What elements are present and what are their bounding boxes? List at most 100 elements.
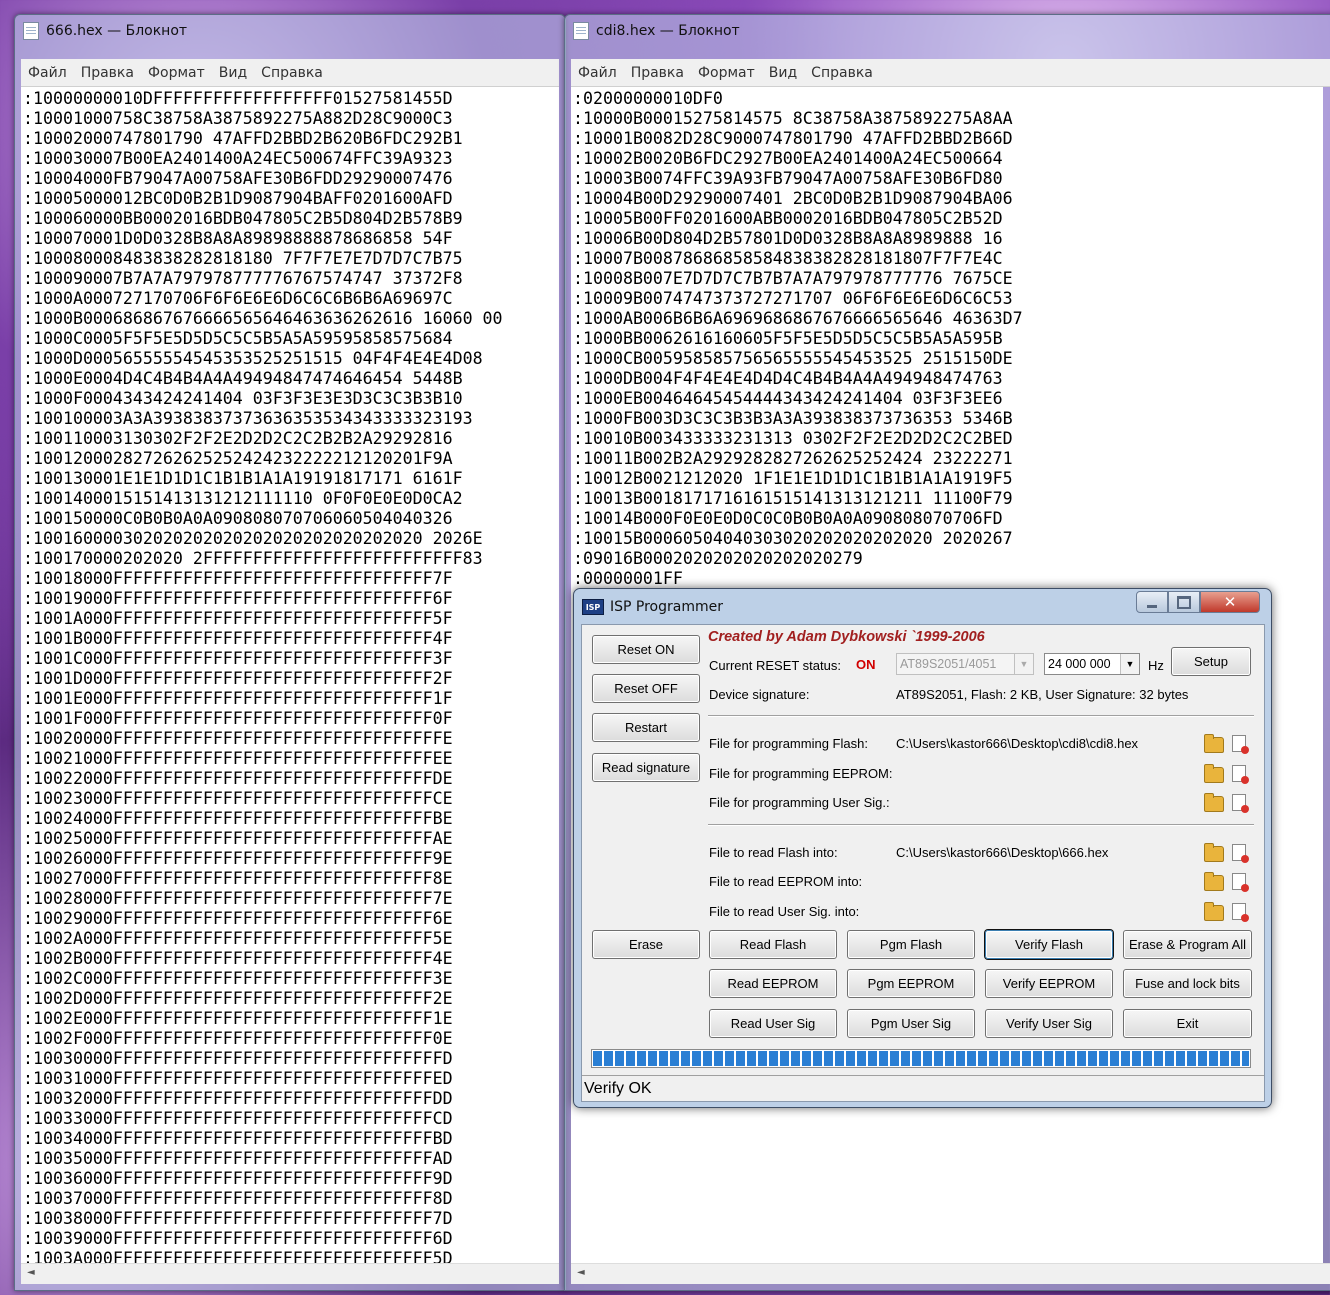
- hex-line: :10008B007E7D7D7C7B7B7A7A797978777776 76…: [573, 269, 1013, 288]
- clear-file-icon[interactable]: [1232, 735, 1249, 754]
- clear-file-icon[interactable]: [1232, 844, 1249, 863]
- hex-line: :1001A000FFFFFFFFFFFFFFFFFFFFFFFFFFFFFFF…: [23, 609, 453, 628]
- pgm-eeprom-button[interactable]: Pgm EEPROM: [847, 969, 975, 998]
- reset-off-button[interactable]: Reset OFF: [592, 674, 700, 703]
- notepad-menubar: Файл Правка Формат Вид Справка: [571, 59, 1330, 87]
- hex-line: :10006B00D804D2B57801D0D0328B8A8A8989888…: [573, 229, 1003, 248]
- reset-status-value: ON: [856, 657, 876, 672]
- verify-flash-button[interactable]: Verify Flash: [985, 930, 1113, 959]
- menu-file[interactable]: Файл: [571, 65, 624, 81]
- read-eeprom-button[interactable]: Read EEPROM: [709, 969, 837, 998]
- notepad-window-666[interactable]: 666.hex — Блокнот Файл Правка Формат Вид…: [14, 14, 566, 1291]
- read-eeprom-into-label: File to read EEPROM into:: [709, 874, 863, 889]
- notepad-menubar: Файл Правка Формат Вид Справка: [21, 59, 559, 87]
- folder-open-icon[interactable]: [1204, 764, 1224, 783]
- restart-button[interactable]: Restart: [592, 713, 700, 742]
- exit-button[interactable]: Exit: [1123, 1009, 1252, 1038]
- hex-line: :1003A000FFFFFFFFFFFFFFFFFFFFFFFFFFFFFFF…: [23, 1249, 453, 1264]
- hex-line: :100110003130302F2F2E2D2D2C2C2B2B2A29292…: [23, 429, 453, 448]
- hex-line: :1001400015151413131212111110 0F0F0E0E0D…: [23, 489, 463, 508]
- menu-view[interactable]: Вид: [212, 65, 254, 81]
- hex-line: :100130001E1E1D1D1C1B1B1A1A19191817171 6…: [23, 469, 463, 488]
- hex-line: :1002F000FFFFFFFFFFFFFFFFFFFFFFFFFFFFFFF…: [23, 1029, 453, 1048]
- hex-line: :10039000FFFFFFFFFFFFFFFFFFFFFFFFFFFFFFF…: [23, 1229, 453, 1248]
- device-select-value: AT89S2051/4051: [900, 657, 997, 671]
- hex-line: :100090007B7A7A797978777776767574747 373…: [23, 269, 463, 288]
- hex-line: :10021000FFFFFFFFFFFFFFFFFFFFFFFFFFFFFFF…: [23, 749, 453, 768]
- minimize-icon: [1147, 604, 1157, 608]
- verify-eeprom-button[interactable]: Verify EEPROM: [985, 969, 1113, 998]
- menu-help[interactable]: Справка: [804, 65, 880, 81]
- frequency-select[interactable]: 24 000 000 ▼: [1044, 653, 1140, 675]
- hex-line: :10031000FFFFFFFFFFFFFFFFFFFFFFFFFFFFFFF…: [23, 1069, 453, 1088]
- hex-line: :1000F0004343424241404 03F3F3E3E3D3C3C3B…: [23, 389, 463, 408]
- menu-format[interactable]: Формат: [691, 65, 762, 81]
- maximize-button[interactable]: [1168, 591, 1200, 613]
- read-signature-button[interactable]: Read signature: [592, 753, 700, 782]
- folder-open-icon[interactable]: [1204, 902, 1224, 921]
- hex-line: :1002A000FFFFFFFFFFFFFFFFFFFFFFFFFFFFFFF…: [23, 929, 453, 948]
- scroll-left-icon[interactable]: ◄: [577, 1267, 585, 1278]
- hex-line: :10029000FFFFFFFFFFFFFFFFFFFFFFFFFFFFFFF…: [23, 909, 453, 928]
- isp-client-area: Created by Adam Dybkowski `1999-2006 Res…: [581, 624, 1265, 1102]
- read-user-sig-button[interactable]: Read User Sig: [709, 1009, 837, 1038]
- pgm-flash-button[interactable]: Pgm Flash: [847, 930, 975, 959]
- hex-line: :10023000FFFFFFFFFFFFFFFFFFFFFFFFFFFFFFF…: [23, 789, 453, 808]
- menu-view[interactable]: Вид: [762, 65, 804, 81]
- hex-line: :10028000FFFFFFFFFFFFFFFFFFFFFFFFFFFFFFF…: [23, 889, 453, 908]
- scroll-left-icon[interactable]: ◄: [27, 1267, 35, 1278]
- menu-help[interactable]: Справка: [254, 65, 330, 81]
- fuse-lock-bits-button[interactable]: Fuse and lock bits: [1123, 969, 1252, 998]
- isp-app-icon: ISP: [582, 599, 604, 615]
- clear-file-icon[interactable]: [1232, 873, 1249, 892]
- chevron-down-icon[interactable]: ▼: [1120, 654, 1139, 674]
- notepad-text-area[interactable]: :10000000010DFFFFFFFFFFFFFFFFFF015275814…: [21, 87, 559, 1264]
- hex-line: :10033000FFFFFFFFFFFFFFFFFFFFFFFFFFFFFFF…: [23, 1109, 453, 1128]
- read-flash-button[interactable]: Read Flash: [709, 930, 837, 959]
- clear-file-icon[interactable]: [1232, 903, 1249, 922]
- hex-line: :10027000FFFFFFFFFFFFFFFFFFFFFFFFFFFFFFF…: [23, 869, 453, 888]
- notepad-titlebar[interactable]: cdi8.hex — Блокнот: [565, 15, 1330, 47]
- horizontal-scrollbar[interactable]: ◄: [571, 1263, 1330, 1284]
- verify-user-sig-button[interactable]: Verify User Sig: [985, 1009, 1113, 1038]
- hex-line: :02000000010DF0: [573, 89, 723, 108]
- hex-line: :100080008483838282818180 7F7F7E7E7D7D7C…: [23, 249, 463, 268]
- minimize-button[interactable]: [1136, 591, 1168, 613]
- hex-line: :1001E000FFFFFFFFFFFFFFFFFFFFFFFFFFFFFFF…: [23, 689, 453, 708]
- clear-file-icon[interactable]: [1232, 794, 1249, 813]
- menu-edit[interactable]: Правка: [624, 65, 691, 81]
- setup-button[interactable]: Setup: [1171, 647, 1251, 676]
- close-button[interactable]: ✕: [1200, 591, 1260, 613]
- erase-button[interactable]: Erase: [592, 930, 700, 959]
- reset-on-button[interactable]: Reset ON: [592, 635, 700, 664]
- folder-open-icon[interactable]: [1204, 793, 1224, 812]
- folder-open-icon[interactable]: [1204, 734, 1224, 753]
- hex-line: :1000C0005F5F5E5D5D5C5C5B5A5A59595858575…: [23, 329, 453, 348]
- erase-program-all-button[interactable]: Erase & Program All: [1123, 930, 1252, 959]
- menu-format[interactable]: Формат: [141, 65, 212, 81]
- hex-line: :10025000FFFFFFFFFFFFFFFFFFFFFFFFFFFFFFF…: [23, 829, 453, 848]
- hex-line: :10024000FFFFFFFFFFFFFFFFFFFFFFFFFFFFFFF…: [23, 809, 453, 828]
- clear-file-icon[interactable]: [1232, 765, 1249, 784]
- notepad-titlebar[interactable]: 666.hex — Блокнот: [15, 15, 565, 47]
- pgm-user-sig-button[interactable]: Pgm User Sig: [847, 1009, 975, 1038]
- notepad-title: 666.hex — Блокнот: [46, 23, 188, 39]
- prog-eeprom-label: File for programming EEPROM:: [709, 766, 893, 781]
- isp-programmer-window[interactable]: ISP ISP Programmer ✕ Created by Adam Dyb…: [573, 588, 1272, 1108]
- menu-file[interactable]: Файл: [21, 65, 74, 81]
- hex-line: :1000D00056555554545353525251515 04F4F4E…: [23, 349, 483, 368]
- menu-edit[interactable]: Правка: [74, 65, 141, 81]
- hex-line: :1000FB003D3C3C3B3B3A3A393838373736353 5…: [573, 409, 1013, 428]
- prog-flash-path: C:\Users\kastor666\Desktop\cdi8\cdi8.hex: [896, 736, 1139, 751]
- isp-titlebar[interactable]: ISP ISP Programmer: [582, 595, 723, 619]
- folder-open-icon[interactable]: [1204, 843, 1224, 862]
- hex-line: :10030000FFFFFFFFFFFFFFFFFFFFFFFFFFFFFFF…: [23, 1049, 453, 1068]
- hex-line: :10020000FFFFFFFFFFFFFFFFFFFFFFFFFFFFFFF…: [23, 729, 453, 748]
- hex-line: :1002D000FFFFFFFFFFFFFFFFFFFFFFFFFFFFFFF…: [23, 989, 453, 1008]
- folder-open-icon[interactable]: [1204, 872, 1224, 891]
- hex-line: :1001F000FFFFFFFFFFFFFFFFFFFFFFFFFFFFFFF…: [23, 709, 453, 728]
- hex-line: :1000E0004D4C4B4B4A4A49494847474646454 5…: [23, 369, 463, 388]
- horizontal-scrollbar[interactable]: ◄: [21, 1263, 559, 1284]
- hex-line: :100150000C0B0B0A0A090808070706060504040…: [23, 509, 453, 528]
- prog-user-sig-label: File for programming User Sig.:: [709, 795, 890, 810]
